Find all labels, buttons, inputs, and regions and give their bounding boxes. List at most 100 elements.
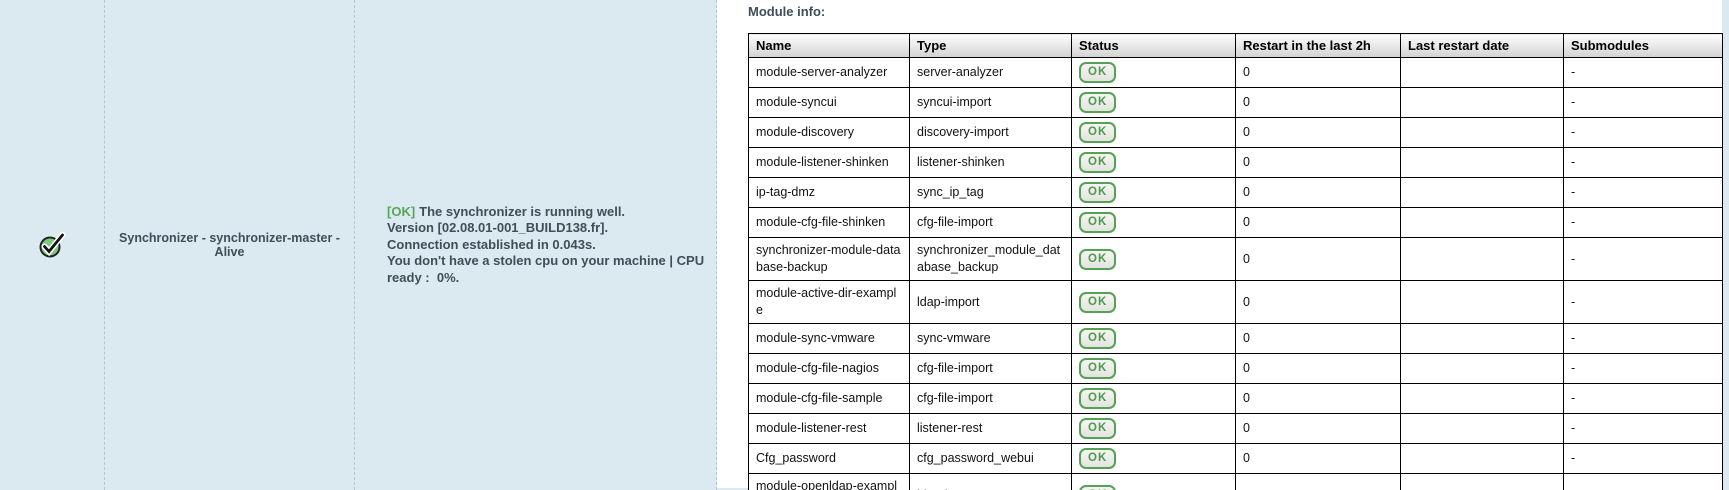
cell-last-restart-date [1401, 354, 1564, 384]
cell-name: module-active-dir-example [749, 281, 910, 324]
cell-restart-last-2h: 0 [1236, 178, 1401, 208]
synchronizer-name-cell: Synchronizer - synchronizer-master - Ali… [105, 0, 355, 490]
status-ok-badge: OK [1079, 62, 1116, 83]
cell-type: ldap-import [910, 474, 1072, 490]
cell-last-restart-date [1401, 444, 1564, 474]
module-table-body: module-server-analyzerserver-analyzerOK0… [749, 58, 1723, 490]
table-row: module-openldap-exampleldap-import OK 0 - [749, 474, 1723, 490]
cell-status: OK [1072, 384, 1236, 414]
cell-submodules: - [1564, 178, 1723, 208]
status-ok-badge: OK [1079, 485, 1116, 490]
table-row: ip-tag-dmzsync_ip_tagOK0- [749, 178, 1723, 208]
cell-restart-last-2h: 0 [1236, 474, 1401, 490]
header-type: Type [910, 34, 1072, 58]
cell-status: OK [1072, 238, 1236, 281]
state-cell [0, 0, 105, 490]
table-row: module-cfg-file-nagioscfg-file-importOK0… [749, 354, 1723, 384]
status-ok-badge: OK [1079, 448, 1116, 469]
table-row: module-sync-vmwaresync-vmwareOK0- [749, 324, 1723, 354]
cell-name: module-cfg-file-shinken [749, 208, 910, 238]
status-ok-badge: OK [1079, 182, 1116, 203]
table-row: module-server-analyzerserver-analyzer OK 0… [749, 58, 1723, 88]
cell-type: cfg-file-import [910, 384, 1072, 414]
cell-submodules: - [1564, 354, 1723, 384]
cell-last-restart-date [1401, 238, 1564, 281]
table-row: module-listener-restlistener-restOK0- [749, 414, 1723, 444]
module-info-label: Module info: [748, 3, 1722, 20]
cell-last-restart-date [1401, 88, 1564, 118]
cell-name: Cfg_password [749, 444, 910, 474]
cell-last-restart-date [1401, 324, 1564, 354]
header-last-restart-date: Last restart date [1401, 34, 1564, 58]
cell-name: module-sync-vmware [749, 324, 910, 354]
header-restart-last-2h: Restart in the last 2h [1236, 34, 1401, 58]
cell-name: module-server-analyzer [749, 58, 910, 88]
cell-restart-last-2h: 0 [1236, 384, 1401, 414]
cell-type: sync-vmware [910, 324, 1072, 354]
cell-restart-last-2h: 0 [1236, 58, 1401, 88]
cell-status: OK [1072, 178, 1236, 208]
cell-restart-last-2h: 0 [1236, 281, 1401, 324]
status-ok-badge: OK [1079, 358, 1116, 379]
cell-type: cfg_password_webui [910, 444, 1072, 474]
cell-submodules: - [1564, 324, 1723, 354]
cell-submodules: - [1564, 118, 1723, 148]
cell-submodules: - [1564, 58, 1723, 88]
status-ok-badge: OK [1079, 328, 1116, 349]
ok-check-circle-icon [38, 231, 66, 259]
cell-status: OK [1072, 58, 1236, 88]
cell-submodules: - [1564, 88, 1723, 118]
cell-submodules: - [1564, 238, 1723, 281]
cell-name: module-discovery [749, 118, 910, 148]
cell-submodules: - [1564, 474, 1723, 490]
table-row: module-cfg-file-samplecfg-file-importOK0… [749, 384, 1723, 414]
cell-name: module-cfg-file-sample [749, 384, 910, 414]
header-submodules: Submodules [1564, 34, 1723, 58]
module-info-cell: Module info: Name Type Status Restart in… [717, 0, 1722, 488]
cell-last-restart-date [1401, 208, 1564, 238]
cell-status: OK [1072, 444, 1236, 474]
cell-type: cfg-file-import [910, 354, 1072, 384]
cell-status: OK [1072, 324, 1236, 354]
cell-last-restart-date [1401, 414, 1564, 444]
cell-type: server-analyzer [910, 58, 1072, 88]
synchronizer-name: Synchronizer - synchronizer-master - Ali… [113, 231, 346, 259]
table-row: module-discoverydiscovery-importOK0- [749, 118, 1723, 148]
cell-name: ip-tag-dmz [749, 178, 910, 208]
cell-restart-last-2h: 0 [1236, 88, 1401, 118]
cell-last-restart-date [1401, 178, 1564, 208]
cell-name: module-openldap-example [749, 474, 910, 490]
table-row: module-cfg-file-shinkencfg-file-importOK… [749, 208, 1723, 238]
cell-last-restart-date [1401, 384, 1564, 414]
table-row: module-syncuisyncui-importOK0 - [749, 88, 1723, 118]
ok-status-tag: [OK] [387, 204, 415, 219]
cell-name: module-listener-rest [749, 414, 910, 444]
cell-status: OK [1072, 148, 1236, 178]
module-table: Name Type Status Restart in the last 2h … [748, 33, 1723, 490]
cell-type: syncui-import [910, 88, 1072, 118]
cell-restart-last-2h: 0 [1236, 238, 1401, 281]
cell-submodules: - [1564, 444, 1723, 474]
cell-name: synchronizer-module-database-backup [749, 238, 910, 281]
cell-type: synchronizer_module_database_backup [910, 238, 1072, 281]
table-row: module-active-dir-exampleldap-importOK0- [749, 281, 1723, 324]
cell-last-restart-date [1401, 118, 1564, 148]
status-ok-badge: OK [1079, 292, 1116, 313]
cell-last-restart-date [1401, 281, 1564, 324]
synchronizer-status-page: Synchronizer - synchronizer-master - Ali… [0, 0, 1729, 490]
cell-submodules: - [1564, 414, 1723, 444]
cell-restart-last-2h: 0 [1236, 444, 1401, 474]
cell-last-restart-date [1401, 58, 1564, 88]
table-row: Cfg_passwordcfg_password_webui OK 0 - [749, 444, 1723, 474]
cell-submodules: - [1564, 208, 1723, 238]
cell-submodules: - [1564, 281, 1723, 324]
cell-status: OK [1072, 88, 1236, 118]
table-row: module-listener-shinkenlistener-shinkenO… [749, 148, 1723, 178]
cell-name: module-syncui [749, 88, 910, 118]
cell-type: cfg-file-import [910, 208, 1072, 238]
cell-status: OK [1072, 118, 1236, 148]
module-table-header-row: Name Type Status Restart in the last 2h … [749, 34, 1723, 58]
cell-status: OK [1072, 414, 1236, 444]
cell-submodules: - [1564, 384, 1723, 414]
status-ok-badge: OK [1079, 249, 1116, 270]
